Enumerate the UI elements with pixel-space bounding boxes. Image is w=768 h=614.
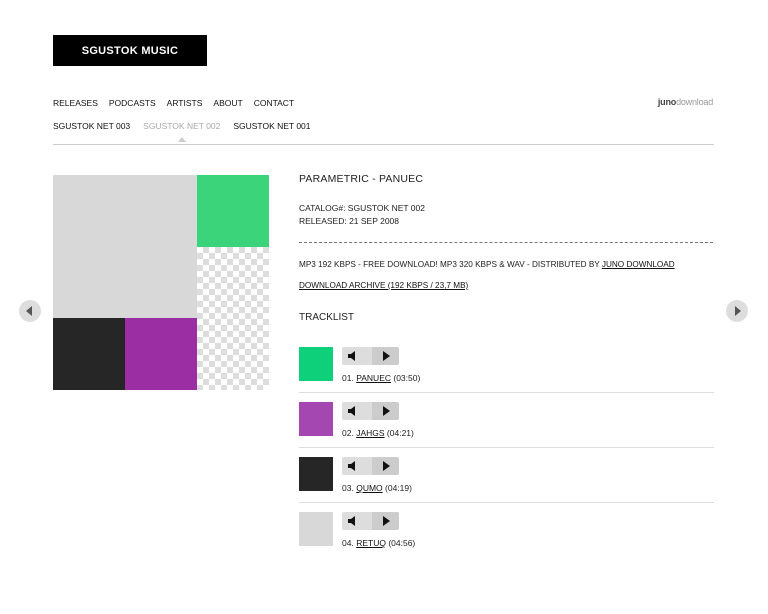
track-title-link[interactable]: RETUQ [356,538,386,548]
junodownload-logo[interactable]: junodownload [658,97,713,107]
track-duration: (04:19) [385,483,412,493]
speaker-icon [348,516,355,526]
track-player [342,457,399,475]
track-color-swatch [299,512,333,546]
formats-line: MP3 192 KBPS - FREE DOWNLOAD! MP3 320 KB… [299,260,713,269]
download-archive-link[interactable]: DOWNLOAD ARCHIVE (192 KBPS / 23,7 MB) [299,281,468,290]
track-label: 04. RETUQ (04:56) [342,538,415,548]
artwork-checker-block [197,247,269,390]
nav-artists[interactable]: ARTISTS [167,98,203,108]
partner-strong: juno [657,97,677,107]
release-artwork [53,175,269,390]
site-logo[interactable]: SGUSTOK MUSIC [53,35,207,66]
artwork-dark-block [53,318,125,390]
tracklist-heading: TRACKLIST [299,312,355,323]
play-button[interactable] [372,457,399,475]
track-title-link[interactable]: PANUEC [356,373,391,383]
release-meta: CATALOG#: SGUSTOK NET 002 RELEASED: 21 S… [299,202,713,228]
speaker-icon [348,351,355,361]
track-label: 02. JAHGS (04:21) [342,428,414,438]
track-duration: (04:56) [388,538,416,548]
track-duration: (03:50) [393,373,421,383]
track-row: 03. QUMO (04:19) [299,457,714,512]
volume-button[interactable] [342,457,378,475]
nav-contact[interactable]: CONTACT [254,98,294,108]
partner-light: download [676,97,713,107]
dashed-divider [299,242,713,243]
track-label: 03. QUMO (04:19) [342,483,412,493]
play-button[interactable] [372,402,399,420]
header-divider [53,144,714,145]
track-row: 04. RETUQ (04:56) [299,512,714,567]
track-label: 01. PANUEC (03:50) [342,373,420,383]
track-number: 04. [342,538,354,548]
play-button[interactable] [372,347,399,365]
subnav-net-003[interactable]: SGUSTOK NET 003 [53,121,130,131]
nav-podcasts[interactable]: PODCASTS [109,98,156,108]
release-subnav: SGUSTOK NET 003 SGUSTOK NET 002 SGUSTOK … [53,121,311,142]
track-row: 02. JAHGS (04:21) [299,402,714,457]
track-player [342,512,399,530]
artwork-gray-block [53,175,197,318]
play-button[interactable] [372,512,399,530]
volume-button[interactable] [342,402,378,420]
tracklist: 01. PANUEC (03:50) 02. JAHGS (04:21) 03.… [299,347,714,567]
artwork-green-block [197,175,269,247]
nav-about[interactable]: ABOUT [213,98,242,108]
artwork-purple-block [125,318,197,390]
catalog-number: CATALOG#: SGUSTOK NET 002 [299,203,425,213]
formats-text: MP3 192 KBPS - FREE DOWNLOAD! MP3 320 KB… [299,260,602,269]
release-date: RELEASED: 21 SEP 2008 [299,216,400,226]
speaker-icon [348,406,355,416]
volume-button[interactable] [342,347,378,365]
track-color-swatch [299,347,333,381]
track-row: 01. PANUEC (03:50) [299,347,714,402]
track-title-link[interactable]: JAHGS [356,428,384,438]
track-number: 02. [342,428,354,438]
main-nav: RELEASES PODCASTS ARTISTS ABOUT CONTACT [53,98,294,108]
track-player [342,347,399,365]
track-number: 01. [342,373,354,383]
speaker-icon [348,461,355,471]
juno-download-link[interactable]: JUNO DOWNLOAD [602,260,675,269]
archive-line: DOWNLOAD ARCHIVE (192 KBPS / 23,7 MB) [299,281,713,290]
subnav-net-001[interactable]: SGUSTOK NET 001 [233,121,310,131]
track-player [342,402,399,420]
nav-releases[interactable]: RELEASES [53,98,98,108]
volume-button[interactable] [342,512,378,530]
prev-release-button[interactable] [19,300,41,322]
next-release-button[interactable] [726,300,748,322]
track-color-swatch [299,457,333,491]
track-title-link[interactable]: QUMO [356,483,382,493]
release-info: PARAMETRIC - PANUEC CATALOG#: SGUSTOK NE… [299,173,713,323]
subnav-net-002[interactable]: SGUSTOK NET 002 [143,121,220,142]
track-number: 03. [342,483,354,493]
release-title: PARAMETRIC - PANUEC [299,173,424,185]
track-color-swatch [299,402,333,436]
track-duration: (04:21) [386,428,414,438]
